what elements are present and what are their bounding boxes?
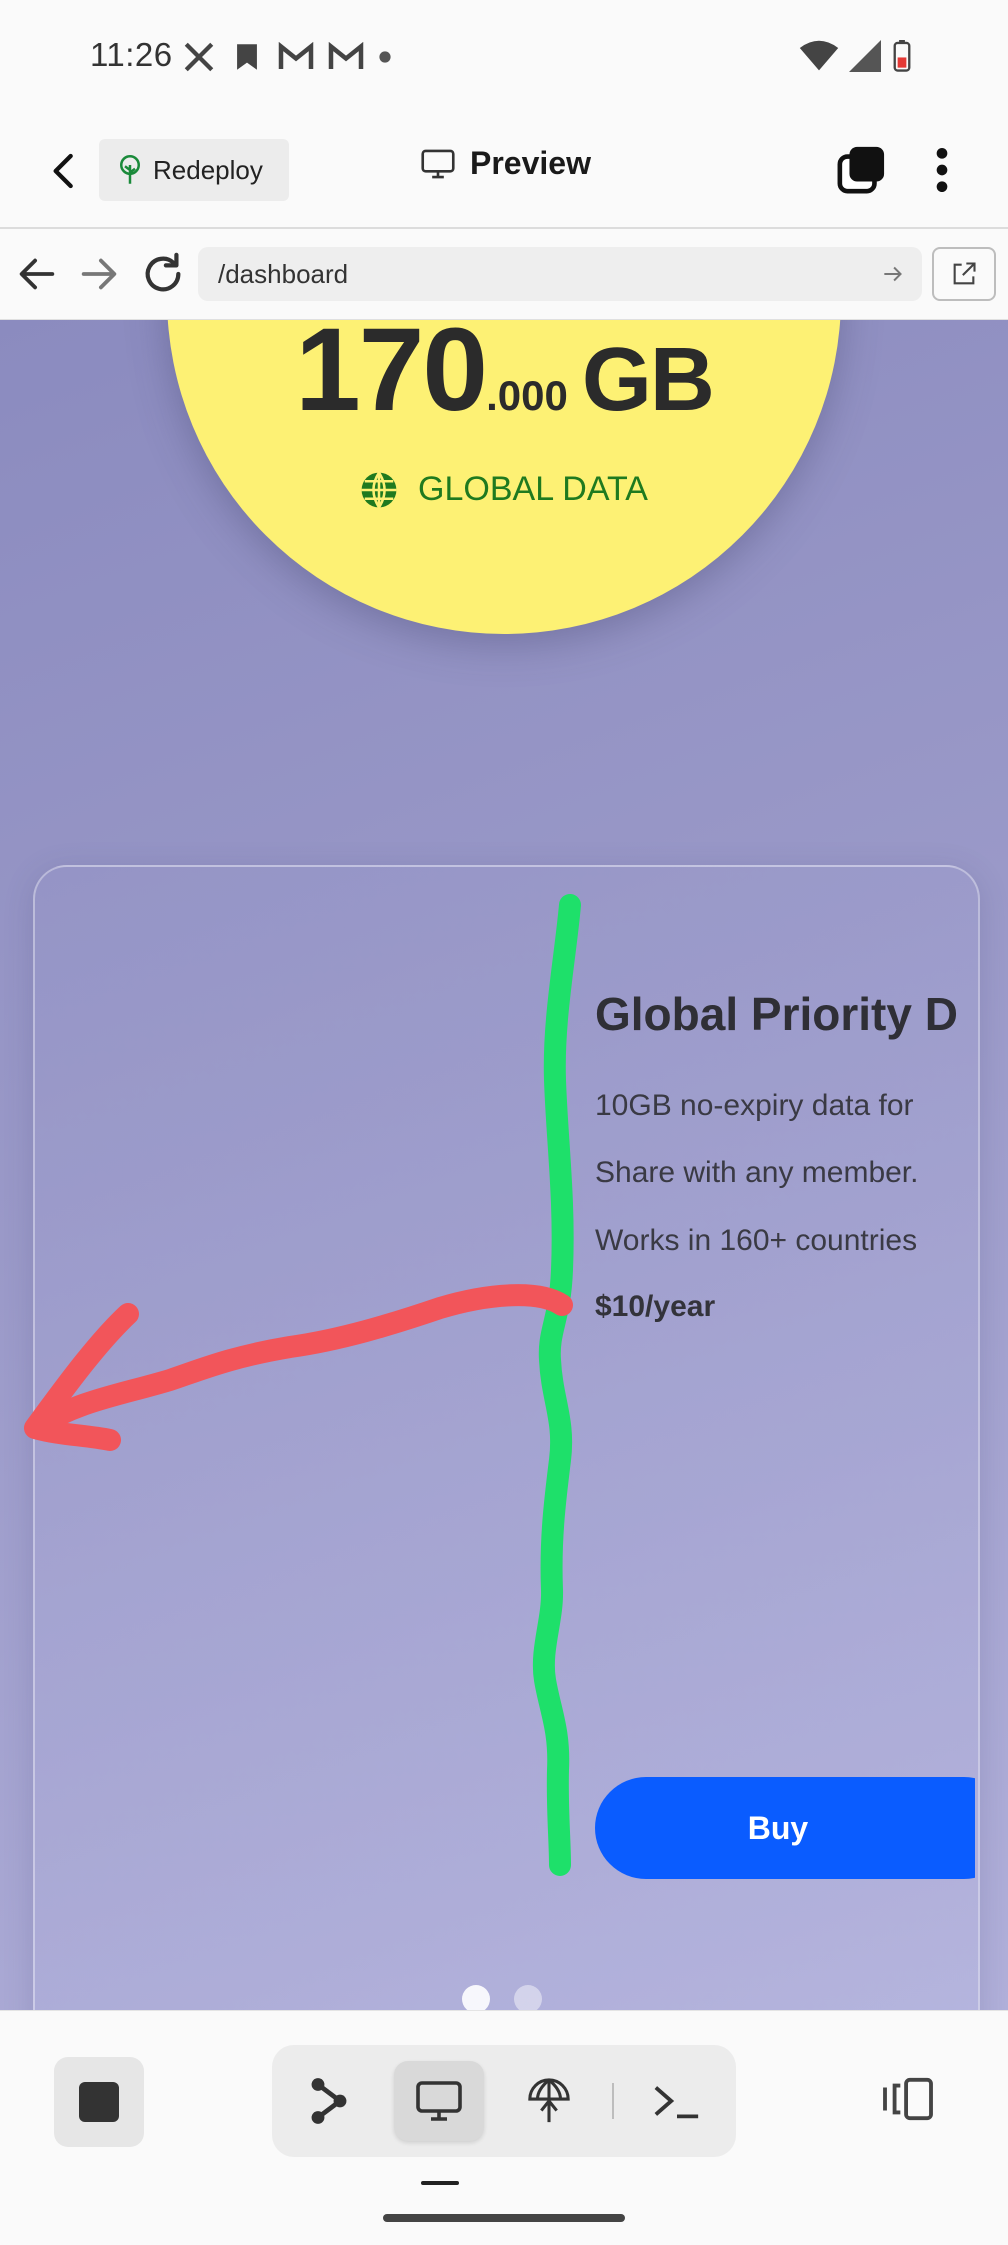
status-bar: 11:26 <box>0 0 1008 115</box>
url-input[interactable]: /dashboard <box>198 247 922 301</box>
annotation-overlay <box>24 894 581 1876</box>
tabs-icon[interactable] <box>836 145 886 195</box>
wifi-icon <box>799 40 839 71</box>
graph-icon <box>311 2078 347 2124</box>
redeploy-button[interactable]: Redeploy <box>99 139 289 201</box>
battery-icon <box>893 40 911 72</box>
tool-deploy[interactable] <box>504 2061 594 2141</box>
system-icons <box>799 40 913 72</box>
external-link-icon <box>953 262 976 285</box>
nav-forward-icon[interactable] <box>76 251 122 297</box>
stop-button[interactable] <box>54 2057 144 2147</box>
tree-icon <box>120 155 140 184</box>
nav-back-icon[interactable] <box>14 251 60 297</box>
x-icon <box>184 42 214 72</box>
status-time: 11:26 <box>90 36 173 73</box>
more-vert-icon[interactable] <box>922 145 962 195</box>
open-external-button[interactable] <box>932 247 996 301</box>
preview-title: Preview <box>420 145 591 182</box>
tool-preview[interactable] <box>394 2061 484 2141</box>
signal-icon <box>849 40 881 72</box>
monitor-icon <box>421 149 455 178</box>
green-swipe-stroke <box>532 894 581 1876</box>
reload-icon[interactable] <box>140 251 186 297</box>
home-indicator <box>383 2214 625 2222</box>
gmail-icon <box>328 42 364 69</box>
panel-toggle-icon <box>883 2077 933 2121</box>
app-bar: Redeploy Preview <box>0 115 1008 229</box>
preview-viewport[interactable]: 170.000 GB GLOBAL DATA Global Priority D … <box>0 320 1008 2010</box>
stop-icon <box>79 2082 119 2122</box>
bookmark-icon <box>237 44 257 70</box>
globe-icon <box>528 2078 570 2123</box>
toggle-panel-button[interactable] <box>878 2059 938 2139</box>
redeploy-label: Redeploy <box>153 154 263 185</box>
url-bar: /dashboard <box>0 229 1008 321</box>
tool-terminal[interactable] <box>632 2061 722 2141</box>
tool-graph[interactable] <box>284 2061 374 2141</box>
tool-separator <box>612 2083 614 2119</box>
dot-icon <box>379 51 391 63</box>
back-arrow-icon[interactable] <box>44 151 84 191</box>
monitor-icon <box>416 2081 462 2121</box>
notification-icons <box>182 40 392 74</box>
red-arrow-stroke <box>24 1284 573 1451</box>
url-text: /dashboard <box>218 258 349 289</box>
active-tab-indicator <box>421 2181 459 2185</box>
go-arrow-icon[interactable] <box>880 261 906 287</box>
terminal-icon <box>654 2086 699 2119</box>
gmail-icon <box>278 42 314 69</box>
bottom-toolbar <box>0 2010 1008 2245</box>
preview-title-text: Preview <box>470 145 591 181</box>
tool-group <box>272 2045 736 2157</box>
